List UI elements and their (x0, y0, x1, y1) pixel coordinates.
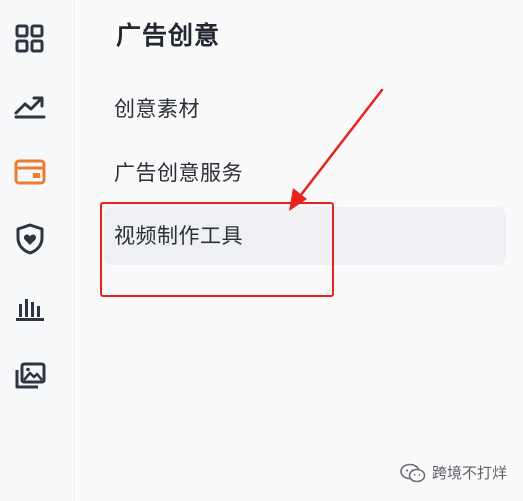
wechat-icon (400, 463, 426, 482)
trend-chart-icon[interactable] (13, 89, 47, 123)
watermark-text: 跨境不打烊 (431, 464, 507, 482)
menu-item-video-tools[interactable]: 视频制作工具 (104, 207, 506, 265)
bar-chart-icon[interactable] (13, 292, 47, 326)
icon-sidebar (0, 0, 75, 501)
menu-item-ad-creative-services[interactable]: 广告创意服务 (104, 144, 506, 202)
creative-card-icon[interactable] (13, 155, 47, 189)
image-library-icon[interactable] (13, 359, 47, 393)
dashboard-grid-icon[interactable] (13, 22, 47, 56)
shield-heart-icon[interactable] (13, 222, 47, 256)
menu-item-label: 视频制作工具 (114, 224, 243, 248)
panel-title: 广告创意 (116, 21, 221, 50)
menu-item-label: 广告创意服务 (114, 161, 243, 185)
ad-creative-menu-panel: 广告创意 创意素材 广告创意服务 视频制作工具 (76, 0, 523, 501)
menu-item-creative-assets[interactable]: 创意素材 (104, 80, 506, 138)
menu-item-label: 创意素材 (114, 97, 200, 121)
watermark: 跨境不打烊 (400, 462, 507, 483)
